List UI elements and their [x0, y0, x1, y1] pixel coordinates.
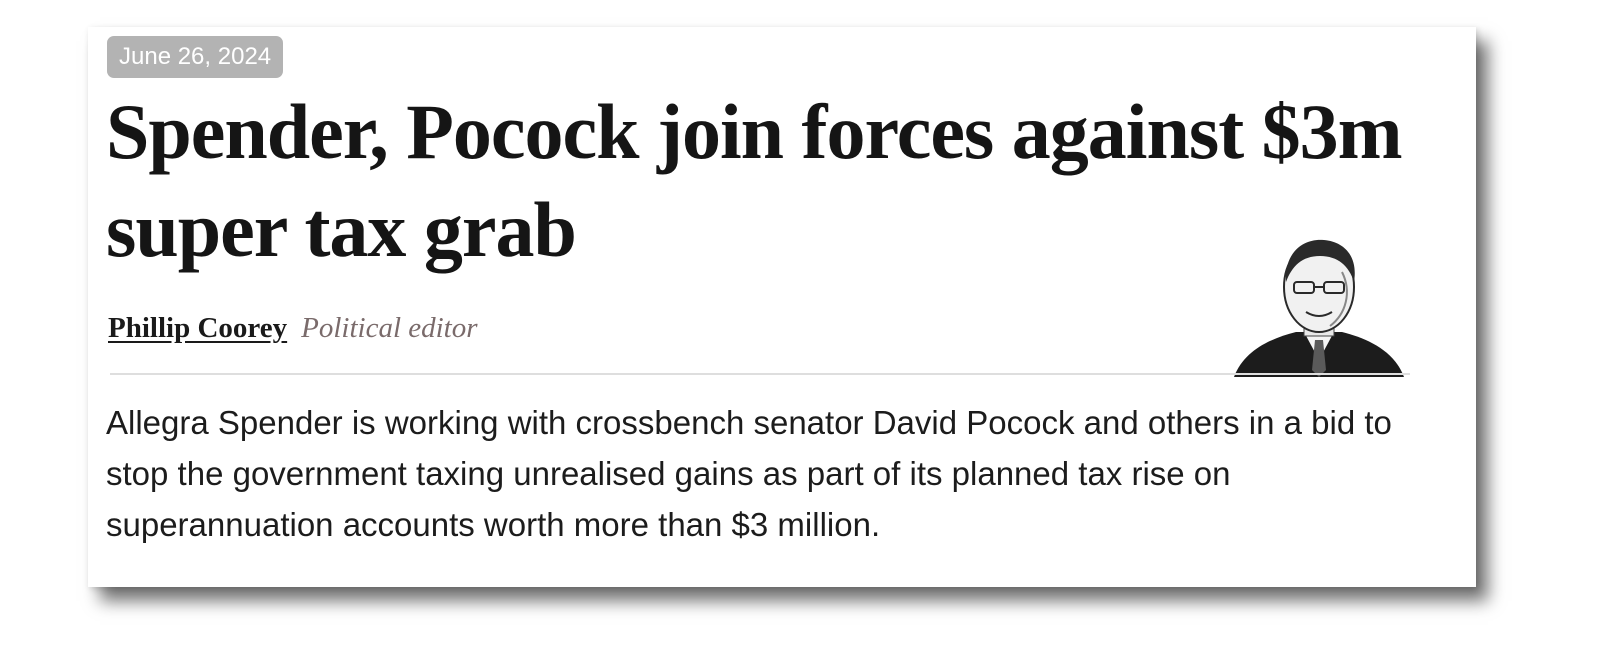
article-headline[interactable]: Spender, Pocock join forces against $3m …	[106, 83, 1416, 279]
byline: Phillip Coorey Political editor	[108, 312, 478, 345]
author-name-link[interactable]: Phillip Coorey	[108, 312, 287, 344]
author-role: Political editor	[301, 312, 478, 344]
divider	[110, 373, 1410, 375]
article-card: June 26, 2024 Spender, Pocock join force…	[88, 27, 1476, 587]
date-badge: June 26, 2024	[107, 36, 284, 78]
article-summary: Allegra Spender is working with crossben…	[106, 404, 1392, 543]
author-portrait-icon	[1234, 239, 1404, 377]
